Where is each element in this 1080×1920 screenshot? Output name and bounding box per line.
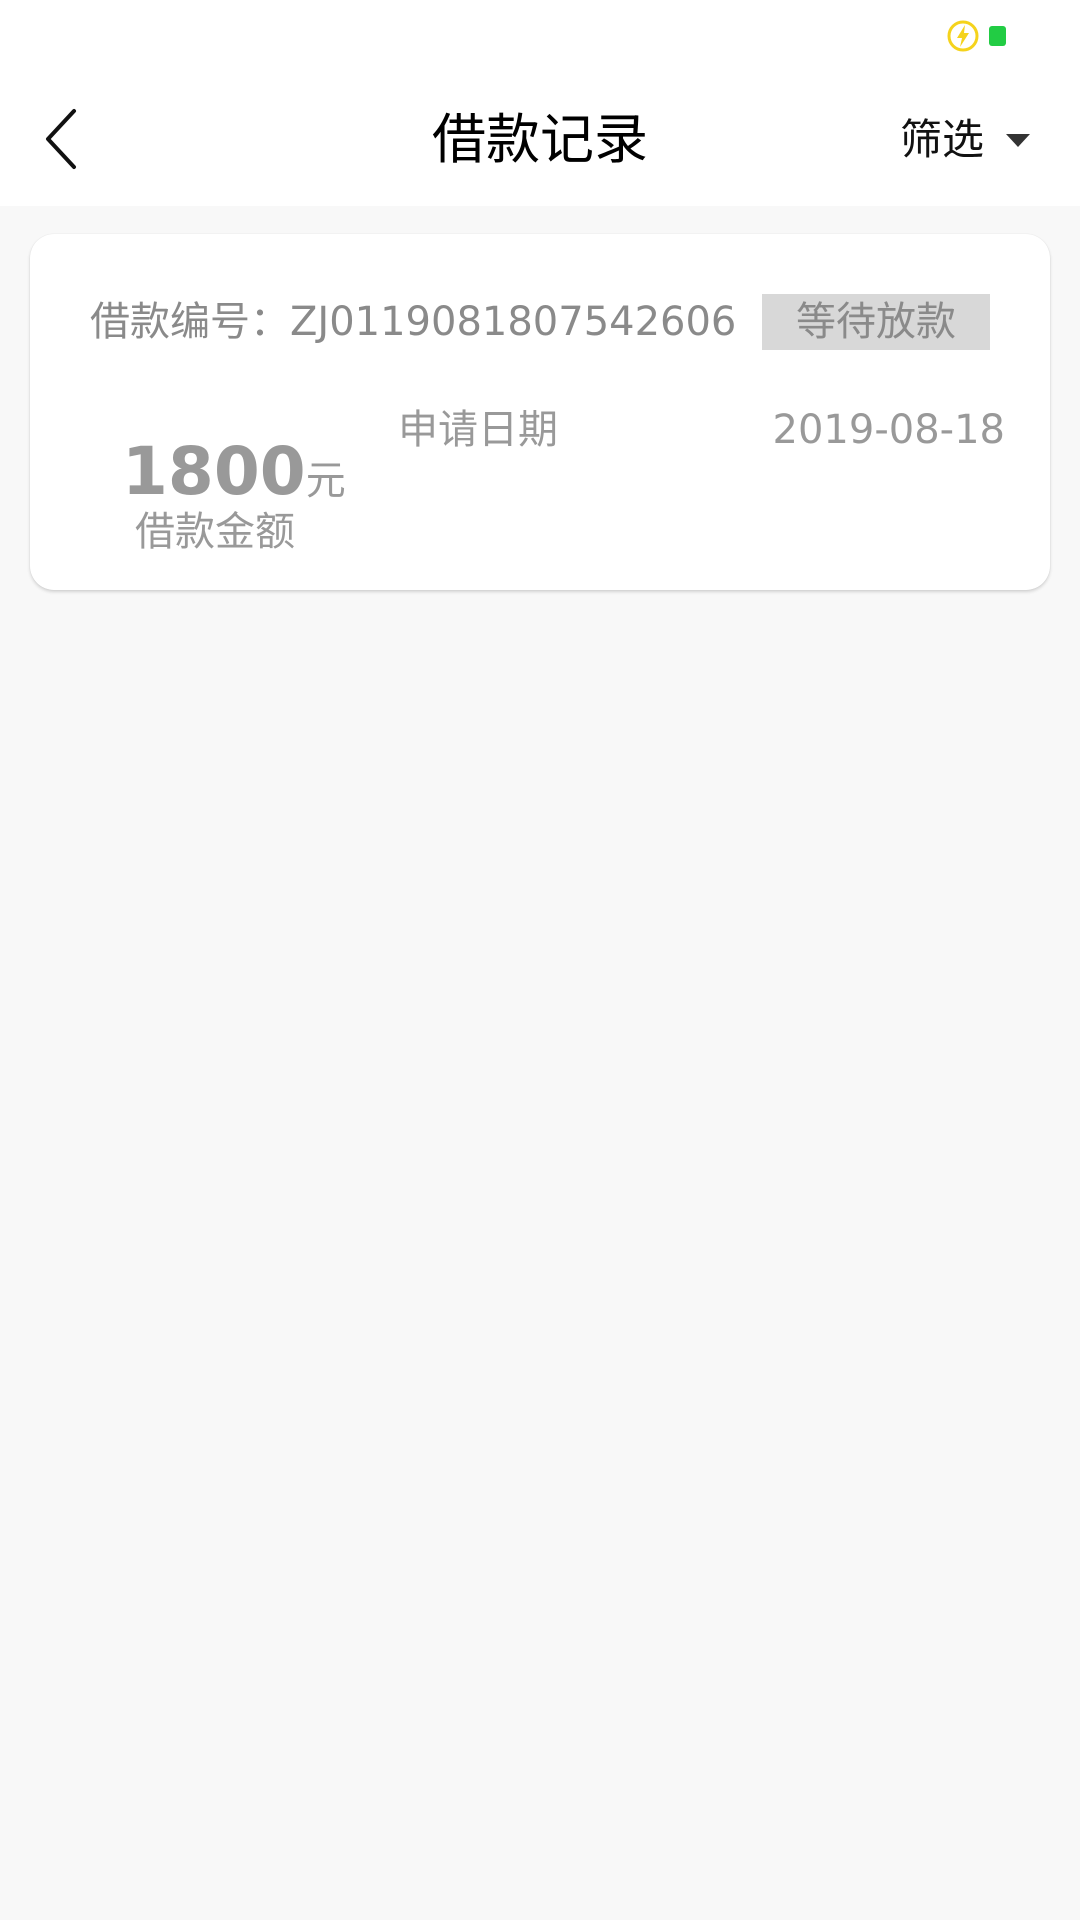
- loan-number: 借款编号：ZJ0119081807542606: [90, 299, 737, 345]
- charging-icon: [947, 20, 979, 52]
- app-header: 借款记录 筛选: [0, 72, 1080, 206]
- filter-button[interactable]: 筛选: [900, 100, 1031, 180]
- status-bar: [0, 0, 1080, 72]
- caret-down-icon: [1006, 133, 1031, 147]
- apply-date-value: 2019-08-18: [772, 407, 1005, 453]
- amount-value: 1800: [122, 433, 306, 510]
- amount-unit: 元: [305, 458, 346, 504]
- loan-amount: 1800元: [122, 437, 346, 507]
- status-badge: 等待放款: [762, 294, 990, 350]
- loan-record-card[interactable]: 借款编号：ZJ0119081807542606 等待放款 1800元 借款金额 …: [30, 234, 1050, 590]
- battery-icon: [989, 26, 1006, 46]
- apply-date-label: 申请日期: [398, 407, 558, 453]
- amount-label: 借款金额: [135, 509, 295, 555]
- filter-label: 筛选: [900, 115, 985, 164]
